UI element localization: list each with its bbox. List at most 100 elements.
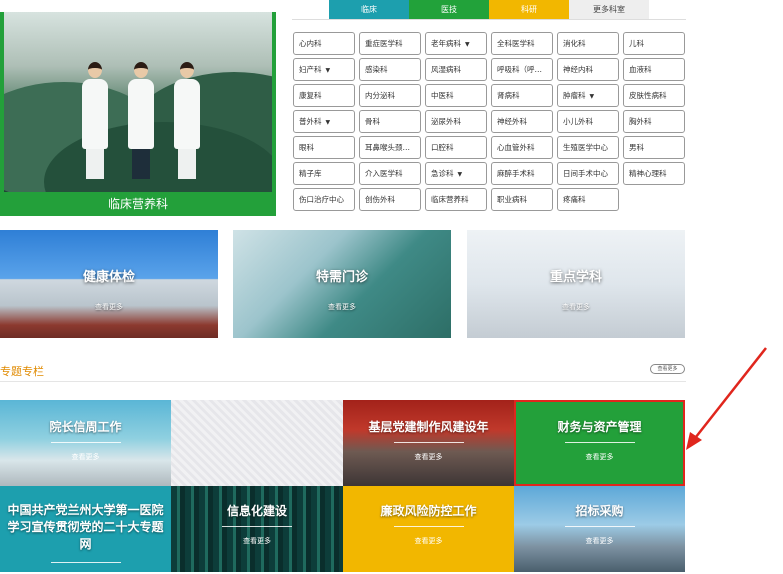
tile-blank	[171, 400, 343, 486]
department-button[interactable]: 耳鼻喉头颈…	[359, 136, 421, 159]
tile-more-link[interactable]: 查看更多	[516, 452, 683, 462]
tab-divider	[292, 19, 686, 20]
tile-party-congress-study[interactable]: 中国共产党兰州大学第一医院学习宣传贯彻党的二十大专题网	[0, 486, 171, 572]
department-button[interactable]: 神经内科	[557, 58, 619, 81]
tile-tender-procurement[interactable]: 招标采购 查看更多	[514, 486, 685, 572]
department-button[interactable]: 风湿病科	[425, 58, 487, 81]
annotation-arrow-icon	[686, 347, 767, 450]
banner-health-checkup[interactable]: 健康体检 查看更多	[0, 230, 218, 338]
tile-rule	[50, 562, 121, 563]
department-button[interactable]: 疼痛科	[557, 188, 619, 211]
tile-more-link[interactable]: 查看更多	[343, 536, 514, 546]
tile-informatization[interactable]: 信息化建设 查看更多	[171, 486, 343, 572]
department-button[interactable]: 泌尿外科	[425, 110, 487, 133]
tile-more-link[interactable]: 查看更多	[514, 536, 685, 546]
department-button[interactable]: 麻醉手术科	[491, 162, 553, 185]
department-button[interactable]: 神经外科	[491, 110, 553, 133]
department-label: 重症医学科	[365, 39, 403, 48]
caret-down-icon[interactable]: ▼	[590, 93, 595, 100]
department-button[interactable]: 介入医学科	[359, 162, 421, 185]
department-button[interactable]: 皮肤性病科	[623, 84, 685, 107]
caret-down-icon[interactable]: ▼	[326, 119, 331, 126]
department-label: 心血管外科	[497, 143, 535, 152]
department-button[interactable]: 创伤外科	[359, 188, 421, 211]
tile-more-link[interactable]: 查看更多	[343, 452, 514, 462]
department-button[interactable]: 职业病科	[491, 188, 553, 211]
department-label: 麻醉手术科	[497, 169, 535, 178]
department-button[interactable]: 伤口治疗中心	[293, 188, 355, 211]
banner-title: 特需门诊	[315, 270, 368, 285]
tile-background	[516, 402, 683, 484]
banner-more-link[interactable]: 查看更多	[467, 302, 685, 312]
department-button[interactable]: 日间手术中心	[557, 162, 619, 185]
caret-down-icon[interactable]: ▼	[326, 67, 331, 74]
department-button[interactable]: 临床营养科	[425, 188, 487, 211]
department-button[interactable]: 妇产科 ▼	[293, 58, 355, 81]
tile-more-link[interactable]: 查看更多	[0, 452, 171, 462]
department-button[interactable]: 肿瘤科 ▼	[557, 84, 619, 107]
tile-more-link[interactable]: 查看更多	[171, 536, 343, 546]
department-label: 神经外科	[497, 117, 527, 126]
caret-down-icon[interactable]: ▼	[458, 171, 463, 178]
tab-research[interactable]: 科研	[489, 0, 569, 19]
department-button[interactable]: 精子库	[293, 162, 355, 185]
banner-more-link[interactable]: 查看更多	[0, 302, 218, 312]
department-button[interactable]: 全科医学科	[491, 32, 553, 55]
tile-rule	[222, 526, 292, 527]
department-button[interactable]: 内分泌科	[359, 84, 421, 107]
department-label: 普外科	[299, 117, 322, 126]
department-button[interactable]: 眼科	[293, 136, 355, 159]
department-button[interactable]: 重症医学科	[359, 32, 421, 55]
department-tabs: 临床 医技 科研 更多科室	[329, 0, 649, 19]
department-label: 精神心理科	[629, 169, 667, 178]
banner-title: 健康体检	[82, 270, 135, 285]
department-label: 介入医学科	[365, 169, 403, 178]
tile-president-weekly[interactable]: 院长信周工作 查看更多	[0, 400, 171, 486]
tab-more-departments[interactable]: 更多科室	[569, 0, 649, 19]
department-button[interactable]: 康复科	[293, 84, 355, 107]
tile-title: 廉政风险防控工作	[380, 504, 477, 518]
department-button[interactable]: 血液科	[623, 58, 685, 81]
department-button[interactable]: 口腔科	[425, 136, 487, 159]
tile-background	[514, 486, 685, 572]
banner-key-disciplines[interactable]: 重点学科 查看更多	[467, 230, 685, 338]
department-label: 肿瘤科	[563, 91, 586, 100]
tile-finance-assets[interactable]: 财务与资产管理 查看更多	[514, 400, 685, 486]
department-label: 男科	[629, 143, 644, 152]
department-label: 小儿外科	[563, 117, 593, 126]
banner-more-link[interactable]: 查看更多	[233, 302, 451, 312]
banner-special-clinic[interactable]: 特需门诊 查看更多	[233, 230, 451, 338]
department-button[interactable]: 老年病科 ▼	[425, 32, 487, 55]
department-label: 妇产科	[299, 65, 322, 74]
tile-title: 信息化建设	[226, 504, 287, 518]
department-label: 呼吸科（呼…	[497, 65, 542, 74]
department-button[interactable]: 心内科	[293, 32, 355, 55]
department-button[interactable]: 小儿外科	[557, 110, 619, 133]
department-button[interactable]: 男科	[623, 136, 685, 159]
department-button[interactable]: 普外科 ▼	[293, 110, 355, 133]
featured-department-card[interactable]: 临床营养科	[0, 12, 276, 216]
tile-background	[343, 486, 514, 572]
tab-medical-tech[interactable]: 医技	[409, 0, 489, 19]
department-button[interactable]: 急诊科 ▼	[425, 162, 487, 185]
department-button[interactable]: 感染科	[359, 58, 421, 81]
tile-background	[0, 400, 171, 486]
department-button[interactable]: 胸外科	[623, 110, 685, 133]
department-label: 老年病科	[431, 39, 461, 48]
department-button[interactable]: 生殖医学中心	[557, 136, 619, 159]
tab-clinical[interactable]: 临床	[329, 0, 409, 19]
department-button[interactable]: 消化科	[557, 32, 619, 55]
department-label: 急诊科	[431, 169, 454, 178]
department-button[interactable]: 精神心理科	[623, 162, 685, 185]
department-button[interactable]: 中医科	[425, 84, 487, 107]
department-button[interactable]: 儿科	[623, 32, 685, 55]
tile-rule	[393, 526, 464, 527]
tile-party-building[interactable]: 基层党建制作风建设年 查看更多	[343, 400, 514, 486]
caret-down-icon[interactable]: ▼	[465, 41, 470, 48]
department-button[interactable]: 肾病科	[491, 84, 553, 107]
department-button[interactable]: 心血管外科	[491, 136, 553, 159]
tile-integrity-risk[interactable]: 廉政风险防控工作 查看更多	[343, 486, 514, 572]
department-button[interactable]: 呼吸科（呼…	[491, 58, 553, 81]
department-label: 口腔科	[431, 143, 454, 152]
department-button[interactable]: 骨科	[359, 110, 421, 133]
